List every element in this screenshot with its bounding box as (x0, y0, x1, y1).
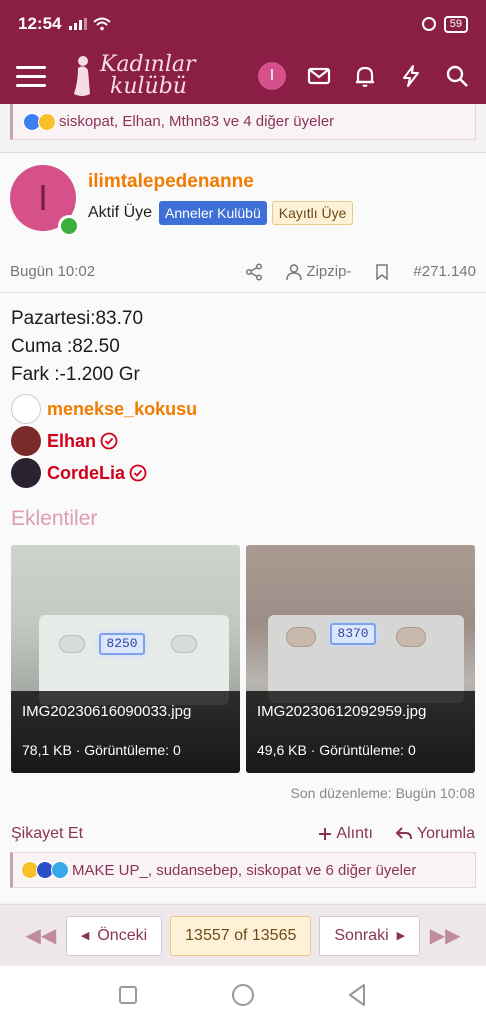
author-initial: I (37, 177, 48, 218)
mention-avatar (11, 426, 41, 456)
logo-line1: Kadınlar (100, 52, 196, 77)
chevron-left-icon: ◀ (80, 930, 90, 942)
next-button[interactable]: Sonraki ▶ (319, 915, 421, 956)
pagination: ◀◀ ◀ Önceki 13557 of 13565 Sonraki ▶ ▶▶ (0, 904, 486, 966)
share-icon[interactable] (245, 262, 263, 281)
mention-name: Elhan (47, 430, 97, 451)
logo-line2: kulübü (110, 74, 187, 99)
hug-icon (51, 861, 69, 879)
post: I ilimtalepedenanne Aktif Üye Anneler Ku… (0, 152, 486, 902)
lightning-icon[interactable] (398, 63, 424, 89)
last-page-icon[interactable]: ▶▶ (428, 916, 462, 956)
post-line: Cuma :82.50 (11, 336, 120, 357)
wifi-icon (93, 17, 112, 31)
status-bar: 12:54 59 (0, 0, 486, 48)
post-meta: Bugün 10:02 Zipzip- #271.140 (0, 251, 486, 293)
lock-icon (421, 17, 436, 31)
quote-label: Alıntı (336, 825, 373, 842)
post-author: I ilimtalepedenanne Aktif Üye Anneler Ku… (0, 153, 486, 251)
signal-icon (69, 18, 88, 30)
bookmark-icon[interactable] (373, 263, 391, 281)
attachment-thumbnail[interactable]: 8370 IMG20230612092959.jpg 49,6 KB · Gör… (246, 545, 475, 773)
scale-display: 8250 (99, 633, 145, 655)
reply-label: Yorumla (416, 825, 475, 842)
verified-icon (129, 464, 147, 482)
report-button[interactable]: Şikayet Et (11, 825, 83, 843)
last-edited: Son düzenleme: Bugün 10:08 (290, 785, 475, 801)
mention-name: CordeLia (47, 462, 126, 483)
menu-icon[interactable] (16, 65, 46, 87)
author-username[interactable]: ilimtalepedenanne (88, 171, 353, 193)
next-label: Sonraki (334, 926, 389, 944)
back-icon[interactable] (344, 981, 372, 1009)
mail-icon[interactable] (306, 63, 332, 89)
home-icon[interactable] (229, 981, 257, 1009)
logo-woman-icon (74, 56, 90, 96)
scale-display: 8370 (330, 623, 376, 645)
nav-bar: Kadınlar kulübü I (0, 48, 486, 104)
user-icon (286, 263, 303, 280)
attachment-filename: IMG20230616090033.jpg (22, 703, 192, 720)
post-user-name: Zipzip- (306, 263, 352, 280)
first-page-icon[interactable]: ◀◀ (24, 916, 58, 956)
post-user-link[interactable]: Zipzip- (285, 263, 351, 281)
post-date[interactable]: Bugün 10:02 (10, 263, 95, 280)
mention-item[interactable]: CordeLia (11, 457, 475, 489)
post-line: Pazartesi:83.70 (11, 308, 144, 329)
mention-avatar (11, 394, 41, 424)
mention-name: menekse_kokusu (47, 398, 198, 419)
mention-item[interactable]: Elhan (11, 425, 475, 457)
author-avatar[interactable]: I (10, 165, 80, 237)
reply-icon (395, 827, 412, 840)
system-nav-bar (0, 966, 486, 1024)
attachment-caption: IMG20230612092959.jpg 49,6 KB · Görüntül… (246, 691, 475, 773)
mention-item[interactable]: menekse_kokusu (11, 393, 475, 425)
reactions-bar-top[interactable]: siskopat, Elhan, Mthn83 ve 4 diğer üyele… (10, 104, 476, 140)
heart-eyes-icon (38, 112, 56, 131)
post-line: Fark :-1.200 Gr (11, 364, 140, 385)
status-time: 12:54 (18, 14, 62, 33)
author-badge-group: Anneler Kulübü (159, 201, 267, 225)
quote-button[interactable]: Alıntı (318, 825, 373, 843)
post-body: Pazartesi:83.70 Cuma :82.50 Fark :-1.200… (0, 293, 486, 489)
site-logo[interactable]: Kadınlar kulübü (70, 54, 196, 98)
bell-icon[interactable] (352, 63, 378, 89)
prev-label: Önceki (97, 926, 148, 944)
verified-icon (100, 432, 118, 450)
post-number[interactable]: #271.140 (413, 263, 476, 280)
prev-button[interactable]: ◀ Önceki (65, 915, 163, 956)
plus-icon (319, 828, 332, 840)
author-title: Aktif Üye (88, 204, 153, 221)
attachment-thumbnail[interactable]: 8250 IMG20230616090033.jpg 78,1 KB · Gör… (11, 545, 240, 773)
attachment-filename: IMG20230612092959.jpg (257, 703, 427, 720)
reactions-text: MAKE UP_, sudansebep, siskopat ve 6 diğe… (72, 861, 417, 879)
reactions-text: siskopat, Elhan, Mthn83 ve 4 diğer üyele… (59, 113, 335, 130)
attachments-list: 8250 IMG20230616090033.jpg 78,1 KB · Gör… (0, 535, 486, 773)
user-avatar[interactable]: I (258, 62, 286, 90)
chevron-right-icon: ▶ (396, 930, 406, 942)
search-icon[interactable] (444, 63, 470, 89)
page-indicator[interactable]: 13557 of 13565 (170, 915, 312, 956)
online-status-icon (58, 215, 80, 237)
battery-indicator: 59 (443, 15, 468, 33)
attachments-title: Eklentiler (11, 507, 98, 530)
attachment-caption: IMG20230616090033.jpg 78,1 KB · Görüntül… (11, 691, 240, 773)
author-badge-registered: Kayıtlı Üye (271, 201, 354, 225)
mention-avatar (11, 458, 41, 488)
recents-icon[interactable] (114, 981, 142, 1009)
reply-button[interactable]: Yorumla (395, 825, 475, 843)
attachment-info: 78,1 KB · Görüntüleme: 0 (22, 742, 181, 758)
app-header: 12:54 59 Kadınlar kulübü I (0, 0, 486, 104)
post-actions: Şikayet Et Alıntı Yorumla (0, 805, 486, 847)
attachment-info: 49,6 KB · Görüntüleme: 0 (257, 742, 416, 758)
reactions-bar-bottom[interactable]: MAKE UP_, sudansebep, siskopat ve 6 diğe… (10, 852, 476, 888)
